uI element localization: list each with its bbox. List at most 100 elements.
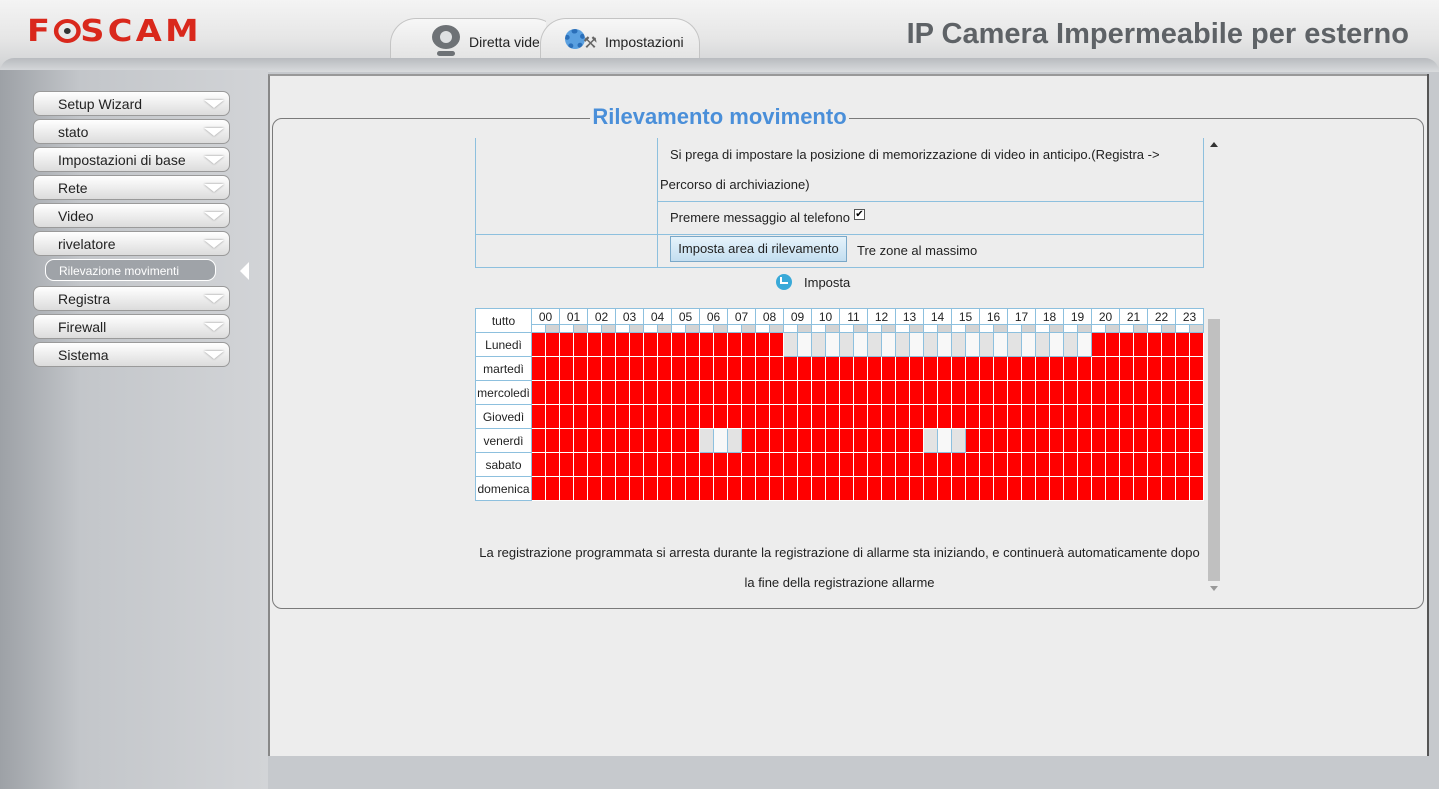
schedule-slot[interactable]	[1105, 476, 1120, 501]
schedule-slot[interactable]	[1021, 380, 1036, 405]
schedule-slot[interactable]	[979, 452, 994, 477]
sidebar-item-video[interactable]: Video	[33, 203, 230, 228]
half-hour-selector[interactable]	[1091, 324, 1106, 333]
half-hour-selector[interactable]	[531, 324, 546, 333]
schedule-slot[interactable]	[825, 380, 840, 405]
scroll-down-icon[interactable]	[1210, 586, 1218, 591]
schedule-slot[interactable]	[881, 380, 896, 405]
schedule-slot[interactable]	[1007, 332, 1022, 357]
schedule-slot[interactable]	[951, 404, 966, 429]
schedule-slot[interactable]	[1105, 428, 1120, 453]
schedule-slot[interactable]	[1049, 428, 1064, 453]
schedule-slot[interactable]	[909, 428, 924, 453]
schedule-slot[interactable]	[587, 356, 602, 381]
schedule-slot[interactable]	[839, 404, 854, 429]
schedule-slot[interactable]	[741, 356, 756, 381]
schedule-slot[interactable]	[587, 404, 602, 429]
schedule-slot[interactable]	[895, 404, 910, 429]
schedule-slot[interactable]	[993, 332, 1008, 357]
hour-header[interactable]: 14	[923, 308, 952, 325]
schedule-slot[interactable]	[951, 452, 966, 477]
hour-header[interactable]: 23	[1175, 308, 1204, 325]
schedule-slot[interactable]	[531, 404, 546, 429]
sidebar-item-basic-settings[interactable]: Impostazioni di base	[33, 147, 230, 172]
day-label[interactable]: venerdì	[475, 428, 532, 453]
schedule-slot[interactable]	[1189, 404, 1204, 429]
schedule-slot[interactable]	[881, 404, 896, 429]
schedule-slot[interactable]	[741, 428, 756, 453]
schedule-slot[interactable]	[643, 428, 658, 453]
schedule-slot[interactable]	[755, 404, 770, 429]
hour-header[interactable]: 11	[839, 308, 868, 325]
schedule-slot[interactable]	[1035, 332, 1050, 357]
schedule-slot[interactable]	[657, 428, 672, 453]
schedule-slot[interactable]	[769, 476, 784, 501]
half-hour-selector[interactable]	[1049, 324, 1064, 333]
schedule-slot[interactable]	[881, 476, 896, 501]
hour-header[interactable]: 00	[531, 308, 560, 325]
schedule-slot[interactable]	[531, 332, 546, 357]
schedule-slot[interactable]	[993, 356, 1008, 381]
hour-header[interactable]: 13	[895, 308, 924, 325]
schedule-slot[interactable]	[741, 476, 756, 501]
schedule-slot[interactable]	[713, 476, 728, 501]
schedule-slot[interactable]	[727, 476, 742, 501]
schedule-slot[interactable]	[531, 356, 546, 381]
sidebar-item-detector[interactable]: rivelatore	[33, 231, 230, 256]
schedule-slot[interactable]	[601, 404, 616, 429]
schedule-slot[interactable]	[979, 356, 994, 381]
schedule-slot[interactable]	[1049, 452, 1064, 477]
schedule-slot[interactable]	[671, 452, 686, 477]
schedule-slot[interactable]	[1035, 452, 1050, 477]
half-hour-selector[interactable]	[1133, 324, 1148, 333]
schedule-slot[interactable]	[1119, 428, 1134, 453]
schedule-slot[interactable]	[601, 428, 616, 453]
schedule-slot[interactable]	[699, 356, 714, 381]
schedule-slot[interactable]	[1007, 476, 1022, 501]
schedule-slot[interactable]	[1161, 476, 1176, 501]
schedule-slot[interactable]	[1091, 356, 1106, 381]
schedule-slot[interactable]	[573, 476, 588, 501]
schedule-slot[interactable]	[839, 380, 854, 405]
half-hour-selector[interactable]	[685, 324, 700, 333]
schedule-slot[interactable]	[727, 380, 742, 405]
schedule-slot[interactable]	[741, 404, 756, 429]
schedule-slot[interactable]	[755, 452, 770, 477]
schedule-slot[interactable]	[587, 452, 602, 477]
schedule-slot[interactable]	[671, 428, 686, 453]
schedule-slot[interactable]	[727, 452, 742, 477]
schedule-slot[interactable]	[1077, 380, 1092, 405]
half-hour-selector[interactable]	[1161, 324, 1176, 333]
schedule-slot[interactable]	[755, 332, 770, 357]
scroll-up-icon[interactable]	[1210, 142, 1218, 147]
schedule-slot[interactable]	[545, 452, 560, 477]
schedule-slot[interactable]	[951, 332, 966, 357]
phone-message-checkbox[interactable]: ✔	[854, 209, 865, 220]
schedule-slot[interactable]	[1091, 428, 1106, 453]
schedule-slot[interactable]	[713, 452, 728, 477]
schedule-slot[interactable]	[629, 356, 644, 381]
half-hour-selector[interactable]	[825, 324, 840, 333]
schedule-slot[interactable]	[643, 404, 658, 429]
schedule-slot[interactable]	[573, 332, 588, 357]
schedule-slot[interactable]	[699, 428, 714, 453]
schedule-slot[interactable]	[671, 332, 686, 357]
schedule-slot[interactable]	[1119, 356, 1134, 381]
schedule-slot[interactable]	[923, 332, 938, 357]
schedule-slot[interactable]	[1007, 404, 1022, 429]
schedule-slot[interactable]	[1063, 476, 1078, 501]
half-hour-selector[interactable]	[699, 324, 714, 333]
schedule-slot[interactable]	[783, 404, 798, 429]
schedule-slot[interactable]	[853, 404, 868, 429]
half-hour-selector[interactable]	[587, 324, 602, 333]
schedule-slot[interactable]	[867, 332, 882, 357]
schedule-slot[interactable]	[1175, 452, 1190, 477]
schedule-slot[interactable]	[531, 380, 546, 405]
schedule-slot[interactable]	[573, 452, 588, 477]
schedule-slot[interactable]	[783, 332, 798, 357]
schedule-slot[interactable]	[741, 332, 756, 357]
schedule-slot[interactable]	[867, 428, 882, 453]
half-hour-selector[interactable]	[1063, 324, 1078, 333]
schedule-slot[interactable]	[531, 452, 546, 477]
schedule-slot[interactable]	[881, 332, 896, 357]
